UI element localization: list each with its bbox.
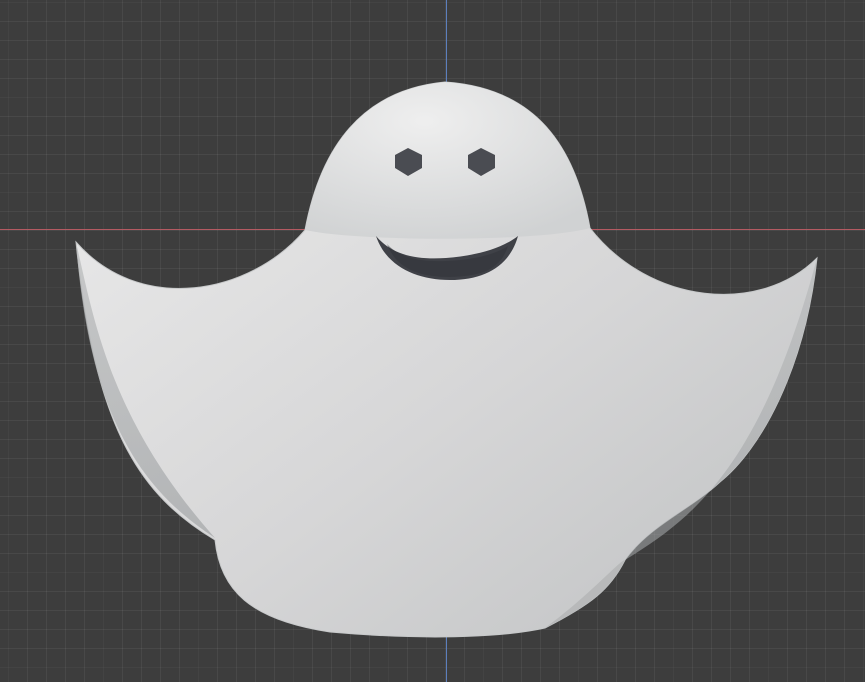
3d-viewport[interactable]	[0, 0, 865, 682]
ghost-head	[305, 82, 590, 239]
ghost-model[interactable]	[0, 0, 865, 682]
